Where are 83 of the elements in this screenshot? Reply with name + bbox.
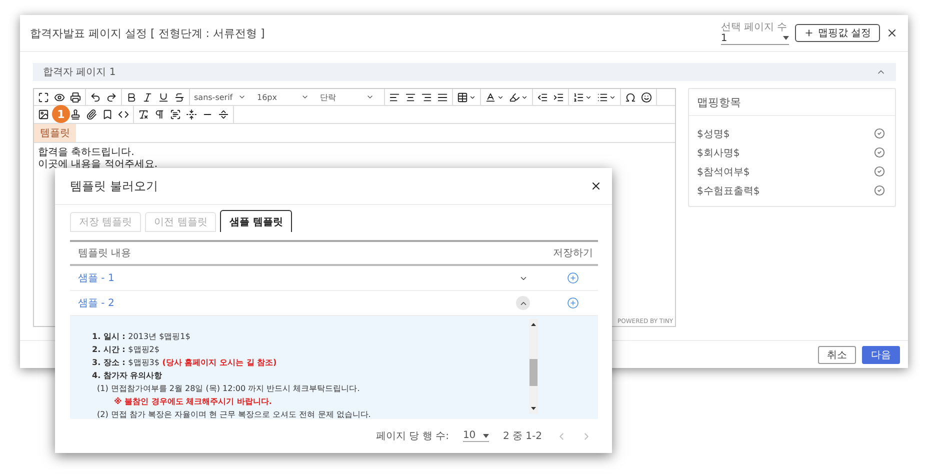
close-icon[interactable]	[590, 180, 602, 192]
preview-text: ※ 불참인 경우에도 체크해주시기 바랍니다.	[113, 397, 273, 407]
mapping-field: $회사명$	[697, 146, 740, 160]
scan-text-icon[interactable]	[170, 109, 181, 120]
preview-text: 1. 일시 : 2013년 $맵핑1$	[91, 332, 192, 342]
template-name[interactable]: 샘플 - 2	[78, 296, 516, 310]
indent-icon[interactable]	[553, 92, 564, 102]
align-center-icon[interactable]	[405, 92, 416, 102]
preview-text: (1) 면접참가여부를 2월 28일 (목) 12:00 까지 반드시 체크부탁드립니다.	[96, 384, 361, 394]
accordion-title: 합격자 페이지 1	[43, 66, 116, 79]
caret-icon	[366, 93, 374, 101]
emoji-icon[interactable]	[641, 92, 652, 102]
font-family-select[interactable]: sans-serif	[194, 92, 252, 102]
preview-text: 4. 참가자 유의사항	[91, 371, 164, 381]
plus-icon	[804, 28, 814, 38]
clear-format-icon[interactable]	[138, 109, 149, 120]
italic-icon[interactable]	[142, 92, 153, 102]
bold-icon[interactable]	[126, 92, 137, 102]
column-header: 저장하기	[552, 247, 594, 260]
mapping-field: $수험표출력$	[697, 184, 760, 198]
preview-text: 2. 시간 : $맵핑2$	[91, 345, 160, 355]
add-circle-icon[interactable]	[567, 272, 579, 284]
panel-title: 맵핑항목	[697, 94, 741, 110]
paperclip-icon[interactable]	[86, 109, 97, 120]
page-break-icon[interactable]	[186, 109, 197, 120]
image-icon[interactable]	[38, 109, 49, 120]
separator-icon[interactable]	[218, 109, 229, 120]
align-left-icon[interactable]	[389, 92, 400, 102]
underline-icon[interactable]	[158, 92, 169, 102]
print-icon[interactable]	[70, 92, 81, 102]
page-count-select[interactable]: 선택 페이지 수 1	[720, 22, 789, 44]
code-icon[interactable]	[118, 109, 129, 120]
caret-icon	[301, 93, 309, 101]
align-justify-icon[interactable]	[437, 92, 448, 102]
undo-icon[interactable]	[90, 92, 101, 102]
column-header: 템플릿 내용	[78, 247, 132, 260]
caret-icon[interactable]	[482, 434, 489, 438]
accordion-header[interactable]: 합격자 페이지 1	[33, 63, 896, 81]
step-badge: 1	[52, 105, 70, 123]
page-range: 2 중 1-2	[502, 430, 542, 443]
stamp-icon[interactable]	[70, 109, 81, 120]
window-title: 합격자발표 페이지 설정 [ 전형단계 : 서류전형 ]	[30, 26, 265, 40]
rows-per-page-select[interactable]: 10	[462, 430, 489, 442]
check-circle-icon[interactable]	[874, 128, 885, 139]
editor-text: 합격을 축하드립니다.	[38, 147, 136, 159]
tab[interactable]: 샘플 템플릿	[220, 210, 292, 232]
redo-icon[interactable]	[106, 92, 117, 102]
editor-text: 이곳에 내용을 적어주세요.	[38, 159, 159, 171]
cancel-button[interactable]: 취소	[818, 346, 856, 364]
scrollbar[interactable]	[529, 319, 538, 414]
menu-tab[interactable]: 템플릿	[34, 124, 76, 142]
align-right-icon[interactable]	[421, 92, 432, 102]
numbered-list-icon[interactable]	[573, 92, 592, 102]
chevron-up-icon[interactable]	[516, 296, 530, 310]
mapping-settings-button[interactable]: 맵핑값 설정	[794, 24, 880, 42]
text-color-icon[interactable]	[485, 92, 504, 102]
fullscreen-icon[interactable]	[38, 92, 49, 102]
bookmark-icon[interactable]	[102, 109, 113, 120]
check-circle-icon[interactable]	[874, 166, 885, 177]
close-icon[interactable]	[886, 27, 898, 39]
pilcrow-icon[interactable]	[154, 109, 165, 120]
strikethrough-icon[interactable]	[174, 92, 185, 102]
next-button[interactable]: 다음	[862, 346, 900, 364]
preview-text: 3. 장소 : $맵핑3$ (당사 홈페이지 오시는 길 참조)	[91, 358, 278, 368]
mapping-field: $성명$	[697, 126, 730, 140]
bullet-list-icon[interactable]	[597, 92, 616, 102]
font-size-select[interactable]: 16px	[257, 92, 315, 102]
dialog-title: 템플릿 불러오기	[70, 178, 158, 194]
table-icon[interactable]	[457, 92, 476, 102]
add-circle-icon[interactable]	[567, 297, 579, 309]
preview-icon[interactable]	[54, 92, 65, 102]
omega-icon[interactable]	[625, 92, 636, 102]
highlighter-icon[interactable]	[509, 92, 528, 102]
block-format-select[interactable]: 단락	[320, 92, 380, 102]
check-circle-icon[interactable]	[874, 147, 885, 158]
check-circle-icon[interactable]	[874, 185, 885, 196]
outdent-icon[interactable]	[537, 92, 548, 102]
preview-text: (2) 면접 참가 복장은 자율이며 현 근무 복장으로 오셔도 전혀 문제 없습니다.	[96, 410, 372, 420]
mapping-field: $참석여부$	[697, 164, 750, 178]
template-name[interactable]: 샘플 - 1	[78, 271, 516, 285]
caret-icon	[238, 93, 246, 101]
rows-per-page-label: 페이지 당 행 수:	[376, 430, 449, 443]
caret-icon[interactable]	[782, 36, 789, 40]
